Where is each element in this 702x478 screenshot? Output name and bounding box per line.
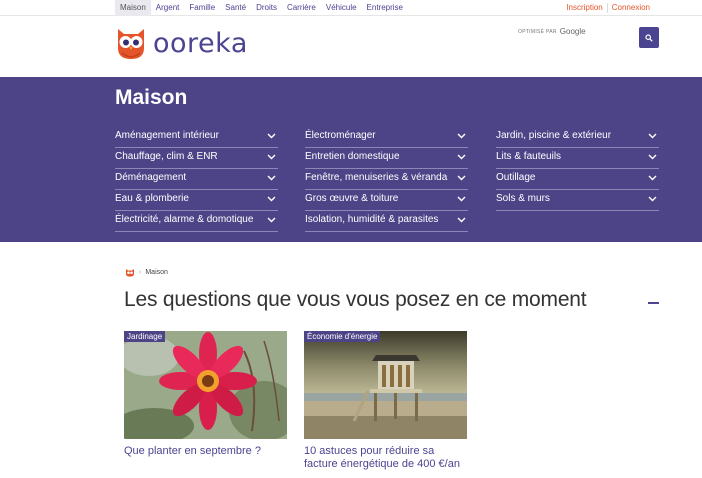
flower-photo	[124, 331, 287, 439]
chevron-down-icon	[267, 154, 276, 160]
menu-item-label: Aménagement intérieur	[115, 130, 219, 141]
menu-column-2: Électroménager Entretien domestique Fenê…	[305, 127, 468, 232]
top-nav: Maison Argent Famille Santé Droits Carri…	[0, 0, 702, 16]
menu-item-label: Déménagement	[115, 172, 187, 183]
chevron-down-icon	[648, 196, 657, 202]
breadcrumb: › Maison	[125, 268, 168, 277]
nav-item-carriere[interactable]: Carrière	[282, 0, 321, 16]
collapse-toggle[interactable]	[648, 302, 659, 304]
nav-item-sante[interactable]: Santé	[220, 0, 251, 16]
section-title: Les questions que vous vous posez en ce …	[124, 288, 587, 311]
menu-item-label: Gros œuvre & toiture	[305, 193, 399, 204]
login-link[interactable]: Connexion	[608, 0, 654, 16]
menu-item[interactable]: Aménagement intérieur	[115, 127, 278, 148]
chevron-down-icon	[457, 175, 466, 181]
logo-wordmark: ooreka	[153, 27, 248, 59]
menu-item[interactable]: Électricité, alarme & domotique	[115, 211, 278, 232]
menu-column-3: Jardin, piscine & extérieur Lits & faute…	[496, 127, 659, 211]
menu-item[interactable]: Isolation, humidité & parasites	[305, 211, 468, 232]
menu-item-label: Électricité, alarme & domotique	[115, 214, 254, 225]
menu-item[interactable]: Lits & fauteuils	[496, 148, 659, 169]
menu-item[interactable]: Fenêtre, menuiseries & véranda	[305, 169, 468, 190]
search-branding: OPTIMISÉ PAR Google	[518, 27, 586, 36]
menu-item-label: Jardin, piscine & extérieur	[496, 130, 612, 141]
chevron-down-icon	[457, 196, 466, 202]
menu-item[interactable]: Jardin, piscine & extérieur	[496, 127, 659, 148]
home-owl-icon[interactable]	[125, 268, 135, 277]
menu-item-label: Lits & fauteuils	[496, 151, 562, 162]
chevron-down-icon	[648, 175, 657, 181]
menu-item[interactable]: Eau & plomberie	[115, 190, 278, 211]
article-title[interactable]: 10 astuces pour réduire sa facture énerg…	[304, 445, 467, 471]
chevron-down-icon	[648, 154, 657, 160]
site-logo[interactable]: ooreka	[115, 26, 248, 60]
breadcrumb-current: Maison	[145, 269, 168, 276]
menu-item-label: Outillage	[496, 172, 536, 183]
article-title[interactable]: Que planter en septembre ?	[124, 445, 287, 458]
chevron-down-icon	[267, 196, 276, 202]
chevron-down-icon	[457, 154, 466, 160]
site-header: ooreka OPTIMISÉ PAR Google	[0, 16, 702, 77]
page-title: Maison	[115, 86, 188, 109]
menu-item-label: Isolation, humidité & parasites	[305, 214, 439, 225]
menu-item-label: Chauffage, clim & ENR	[115, 151, 218, 162]
menu-item-label: Eau & plomberie	[115, 193, 189, 204]
menu-item[interactable]: Électroménager	[305, 127, 468, 148]
chevron-down-icon	[267, 217, 276, 223]
category-nav: Maison Argent Famille Santé Droits Carri…	[115, 0, 408, 16]
article-card[interactable]: Jardinage Que planter en septembre ?	[124, 331, 287, 458]
menu-item[interactable]: Chauffage, clim & ENR	[115, 148, 278, 169]
menu-item-label: Entretien domestique	[305, 151, 400, 162]
menu-item-label: Sols & murs	[496, 193, 550, 204]
nav-item-famille[interactable]: Famille	[184, 0, 220, 16]
breadcrumb-separator: ›	[139, 269, 142, 276]
menu-item[interactable]: Entretien domestique	[305, 148, 468, 169]
nav-item-droits[interactable]: Droits	[251, 0, 282, 16]
category-band: Maison Aménagement intérieur Chauffage, …	[0, 77, 702, 242]
article-tag: Jardinage	[124, 331, 166, 342]
chevron-down-icon	[267, 133, 276, 139]
search-icon	[645, 33, 653, 42]
nav-item-entreprise[interactable]: Entreprise	[362, 0, 408, 16]
menu-item-label: Électroménager	[305, 130, 376, 141]
article-tag: Économie d'énergie	[304, 331, 381, 342]
google-label: Google	[559, 27, 586, 36]
menu-item-label: Fenêtre, menuiseries & véranda	[305, 172, 448, 183]
article-image-flower[interactable]: Jardinage	[124, 331, 287, 439]
search-optimized-label: OPTIMISÉ PAR	[518, 28, 557, 35]
signup-link[interactable]: Inscription	[562, 0, 606, 16]
menu-item[interactable]: Sols & murs	[496, 190, 659, 211]
chevron-down-icon	[648, 133, 657, 139]
chevron-down-icon	[457, 217, 466, 223]
menu-item[interactable]: Outillage	[496, 169, 659, 190]
nav-item-vehicule[interactable]: Véhicule	[321, 0, 362, 16]
menu-item[interactable]: Déménagement	[115, 169, 278, 190]
auth-links: Inscription Connexion	[562, 0, 654, 16]
chevron-down-icon	[267, 175, 276, 181]
nav-item-argent[interactable]: Argent	[151, 0, 185, 16]
nav-item-maison[interactable]: Maison	[115, 0, 151, 16]
menu-item[interactable]: Gros œuvre & toiture	[305, 190, 468, 211]
beach-hut-photo	[304, 331, 467, 439]
chevron-down-icon	[457, 133, 466, 139]
article-image-beach-hut[interactable]: Économie d'énergie	[304, 331, 467, 439]
article-card[interactable]: Économie d'énergie 10 astuces pour rédui…	[304, 331, 467, 471]
search-button[interactable]	[639, 27, 659, 48]
owl-logo-icon	[118, 29, 144, 59]
menu-column-1: Aménagement intérieur Chauffage, clim & …	[115, 127, 278, 232]
